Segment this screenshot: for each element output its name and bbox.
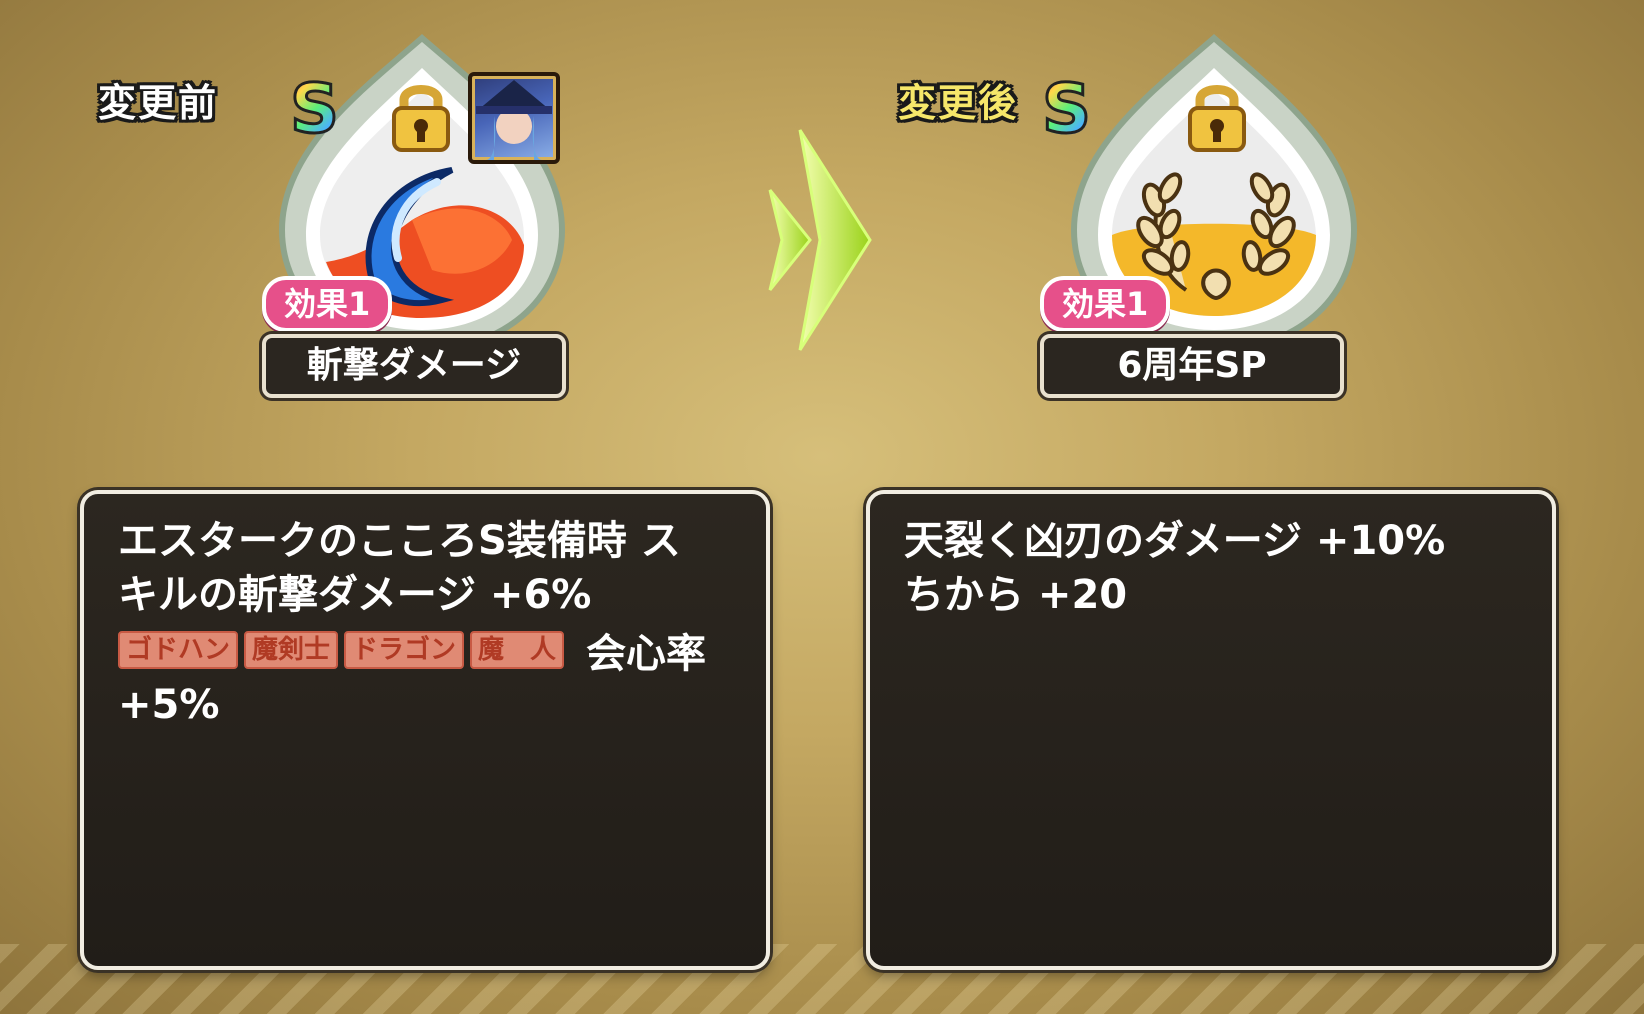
description-line: キルの斬撃ダメージ +6%	[118, 572, 592, 618]
race-tag: 魔 人	[470, 631, 565, 669]
character-portrait	[468, 72, 560, 164]
orb-name: 6周年SP	[1040, 334, 1344, 398]
after-header: 変更後	[898, 81, 1019, 125]
before-gem[interactable]: S 効果1 斬撃ダメージ	[262, 30, 592, 420]
effect-label: 効果1	[1040, 276, 1171, 332]
lock-icon	[1188, 85, 1246, 152]
effect-label: 効果1	[262, 276, 393, 332]
after-description-panel: 天裂く凶刃のダメージ +10% ちから +20	[866, 490, 1556, 970]
orb-name: 斬撃ダメージ	[262, 334, 566, 398]
change-arrow-icon	[768, 129, 872, 351]
race-tags-row: ゴドハン 魔剣士 ドラゴン 魔 人 会心率	[118, 622, 732, 678]
before-header: 変更前	[98, 81, 219, 125]
description-line: エスタークのこころS装備時 ス	[118, 518, 681, 564]
rank-s-icon: S	[289, 69, 341, 151]
description-line: 天裂く凶刃のダメージ +10%	[904, 518, 1446, 564]
lock-icon	[392, 85, 450, 152]
after-gem[interactable]: S 効果1 6周年SP	[1040, 30, 1384, 420]
race-tag: ドラゴン	[344, 631, 465, 669]
before-description-panel: エスタークのこころS装備時 ス キルの斬撃ダメージ +6% ゴドハン 魔剣士 ド…	[80, 490, 770, 970]
race-tag: ゴドハン	[118, 631, 239, 669]
race-tag: 魔剣士	[244, 631, 339, 669]
tag-stat-label: 会心率	[586, 631, 707, 677]
rank-s-icon: S	[1041, 69, 1093, 151]
description-line: +5%	[118, 682, 220, 728]
description-line: ちから +20	[904, 572, 1128, 618]
